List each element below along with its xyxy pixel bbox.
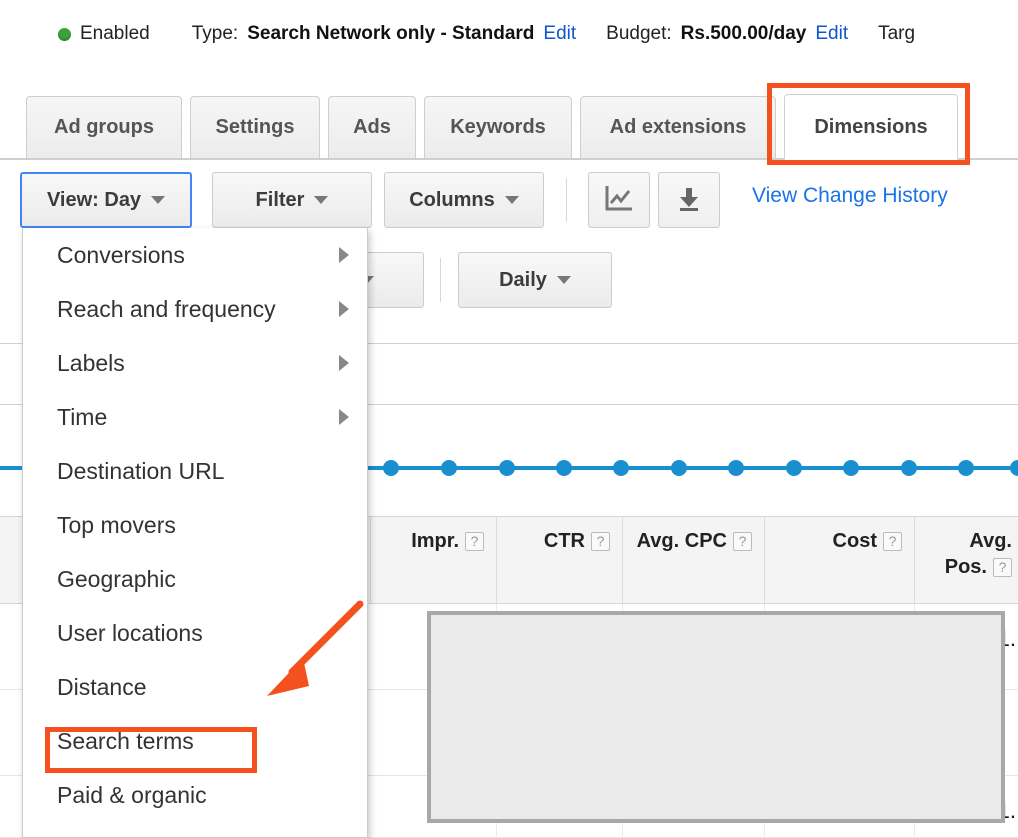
chart-point bbox=[1010, 460, 1018, 476]
tab-settings[interactable]: Settings bbox=[190, 96, 320, 158]
tab-dimensions[interactable]: Dimensions bbox=[784, 94, 958, 160]
chart-point bbox=[901, 460, 917, 476]
menu-item-top-movers[interactable]: Top movers bbox=[23, 498, 367, 552]
budget-label: Budget: bbox=[606, 23, 672, 45]
menu-item-label: Distance bbox=[57, 674, 146, 701]
menu-item-destination-url[interactable]: Destination URL bbox=[23, 444, 367, 498]
help-icon[interactable]: ? bbox=[883, 532, 902, 551]
help-icon[interactable]: ? bbox=[465, 532, 484, 551]
download-icon bbox=[675, 184, 703, 217]
menu-item-reach-and-frequency[interactable]: Reach and frequency bbox=[23, 282, 367, 336]
chart-point bbox=[728, 460, 744, 476]
menu-item-labels[interactable]: Labels bbox=[23, 336, 367, 390]
columns-button[interactable]: Columns bbox=[384, 172, 544, 228]
submenu-arrow-icon bbox=[339, 355, 349, 371]
status-dot-icon bbox=[58, 28, 71, 41]
chart-toggle-button[interactable] bbox=[588, 172, 650, 228]
menu-item-distance[interactable]: Distance bbox=[23, 660, 367, 714]
column-header-avg-cpc[interactable]: Avg. CPC? bbox=[622, 517, 764, 603]
view-dropdown-menu: Conversions Reach and frequency Labels T… bbox=[22, 228, 368, 838]
submenu-arrow-icon bbox=[339, 409, 349, 425]
submenu-arrow-icon bbox=[339, 301, 349, 317]
menu-item-geographic[interactable]: Geographic bbox=[23, 552, 367, 606]
chart-point bbox=[671, 460, 687, 476]
menu-item-label: Reach and frequency bbox=[57, 296, 276, 323]
campaign-status-label: Enabled bbox=[80, 23, 150, 45]
type-value: Search Network only - Standard bbox=[247, 23, 534, 45]
chart-point bbox=[958, 460, 974, 476]
chart-point bbox=[786, 460, 802, 476]
tab-ad-extensions[interactable]: Ad extensions bbox=[580, 96, 776, 158]
campaign-status-bar: Enabled Type: Search Network only - Stan… bbox=[0, 0, 1018, 68]
redaction-overlay bbox=[427, 611, 1005, 823]
menu-item-conversions[interactable]: Conversions bbox=[23, 228, 367, 282]
menu-item-label: User locations bbox=[57, 620, 203, 647]
screenshot-root: Enabled Type: Search Network only - Stan… bbox=[0, 0, 1018, 838]
campaign-tabs: Ad groups Settings Ads Keywords Ad exten… bbox=[0, 88, 1018, 160]
chevron-down-icon bbox=[151, 196, 165, 204]
column-label-cost: Cost bbox=[833, 530, 877, 552]
download-button[interactable] bbox=[658, 172, 720, 228]
column-label-ctr: CTR bbox=[544, 530, 585, 552]
column-label-impr: Impr. bbox=[411, 530, 459, 552]
daily-period-button[interactable]: Daily bbox=[458, 252, 612, 308]
chevron-down-icon bbox=[557, 276, 571, 284]
tab-ads[interactable]: Ads bbox=[328, 96, 416, 158]
filter-label: Filter bbox=[256, 189, 305, 212]
menu-item-label: Conversions bbox=[57, 242, 185, 269]
menu-item-label: Time bbox=[57, 404, 107, 431]
menu-item-user-locations[interactable]: User locations bbox=[23, 606, 367, 660]
menu-item-label: Labels bbox=[57, 350, 125, 377]
menu-item-label: Search terms bbox=[57, 728, 194, 755]
chevron-down-icon bbox=[505, 196, 519, 204]
tab-keywords[interactable]: Keywords bbox=[424, 96, 572, 158]
dimensions-toolbar: View: Day Filter Columns bbox=[0, 172, 1018, 230]
daily-label: Daily bbox=[499, 269, 547, 292]
column-header-avg-pos[interactable]: Avg. Pos.? bbox=[914, 517, 1018, 603]
view-day-button[interactable]: View: Day bbox=[20, 172, 192, 228]
chart-point bbox=[441, 460, 457, 476]
budget-value: Rs.500.00/day bbox=[681, 23, 807, 45]
menu-item-label: Destination URL bbox=[57, 458, 224, 485]
chevron-down-icon bbox=[314, 196, 328, 204]
help-icon[interactable]: ? bbox=[591, 532, 610, 551]
submenu-arrow-icon bbox=[339, 247, 349, 263]
toolbar-divider bbox=[566, 178, 567, 222]
help-icon[interactable]: ? bbox=[993, 558, 1012, 577]
filter-button[interactable]: Filter bbox=[212, 172, 372, 228]
line-chart-icon bbox=[604, 184, 634, 217]
type-label: Type: bbox=[192, 23, 238, 45]
menu-item-label: Top movers bbox=[57, 512, 176, 539]
targeting-label-truncated: Targ bbox=[878, 23, 915, 45]
column-header-cost[interactable]: Cost? bbox=[764, 517, 914, 603]
menu-item-search-terms[interactable]: Search terms bbox=[23, 714, 367, 768]
menu-item-label: Geographic bbox=[57, 566, 176, 593]
column-label-avg-cpc: Avg. CPC bbox=[637, 530, 727, 552]
budget-edit-link[interactable]: Edit bbox=[815, 23, 848, 45]
help-icon[interactable]: ? bbox=[733, 532, 752, 551]
column-header-impr[interactable]: Impr.? bbox=[370, 517, 496, 603]
view-day-label: View: Day bbox=[47, 189, 141, 212]
view-change-history-link[interactable]: View Change History bbox=[752, 184, 948, 208]
column-header-ctr[interactable]: CTR? bbox=[496, 517, 622, 603]
menu-item-time[interactable]: Time bbox=[23, 390, 367, 444]
chart-point bbox=[843, 460, 859, 476]
chart-point bbox=[499, 460, 515, 476]
chart-point bbox=[383, 460, 399, 476]
type-edit-link[interactable]: Edit bbox=[543, 23, 576, 45]
menu-item-paid-and-organic[interactable]: Paid & organic bbox=[23, 768, 367, 822]
chart-point bbox=[613, 460, 629, 476]
row2-divider bbox=[440, 258, 441, 302]
chart-point bbox=[556, 460, 572, 476]
columns-label: Columns bbox=[409, 189, 495, 212]
menu-item-label: Paid & organic bbox=[57, 782, 207, 809]
tab-ad-groups[interactable]: Ad groups bbox=[26, 96, 182, 158]
